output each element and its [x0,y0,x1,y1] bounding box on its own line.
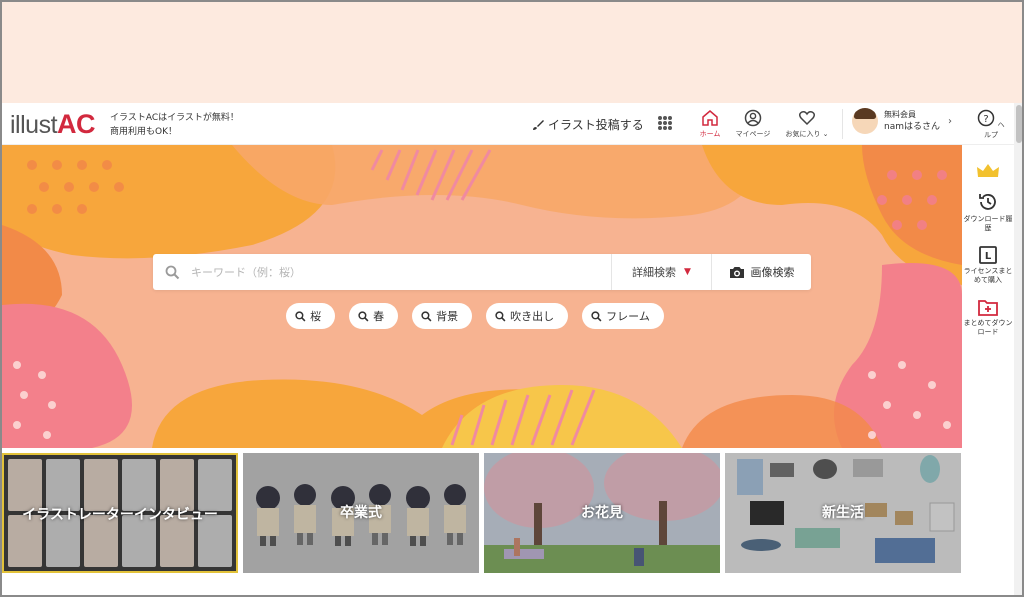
feature-cards: イラストレーターインタビュー 卒業式 お花見 新生活 [2,453,962,573]
detail-search-button[interactable]: 詳細検索 ▼ [611,254,711,290]
user-circle-icon [744,109,762,127]
triangle-down-icon: ▼ [684,267,691,277]
search-icon [165,265,179,279]
svg-text:L: L [985,251,992,262]
apps-grid-icon[interactable] [658,116,672,130]
image-search-button[interactable]: 画像検索 [711,254,811,290]
nav-favorites[interactable]: お気に入り ⌄ [782,109,832,139]
hero-background [2,145,962,448]
logo-suffix: AC [57,109,96,139]
tag-label: フレーム [606,310,650,323]
license-icon: L [979,246,997,264]
tag-chip[interactable]: 背景 [412,303,473,329]
site-header: illustAC イラストACはイラストが無料！ 商用利用もOK！ イラスト投稿… [2,103,1014,145]
search-icon [295,310,306,321]
sidebar-item-license-bulk[interactable]: L ライセンスまとめて購入 [962,245,1014,285]
tagline-line-1: イラストACはイラストが無料！ [110,113,239,123]
help-button[interactable]: ? ヘルプ [976,109,1006,140]
premium-crown[interactable] [962,163,1014,179]
search-icon [591,310,602,321]
user-name: namはるさん [884,122,940,132]
post-illust-label: イラスト投稿する [548,118,644,132]
detail-search-label: 詳細検索 [632,266,677,279]
tag-label: 春 [373,310,385,323]
feature-card-title: 新生活 [822,505,864,521]
sidebar-item-label: ライセンスまとめて購入 [963,267,1013,284]
tag-chip[interactable]: フレーム [582,303,664,329]
top-band [2,2,1022,103]
nav-mypage[interactable]: マイページ [728,109,778,139]
tagline-line-2: 商用利用もOK！ [110,127,177,137]
home-icon [702,110,718,126]
brush-icon [533,119,544,130]
user-status: 無料会員 [884,110,916,119]
user-info: 無料会員 namはるさん [884,109,940,133]
help-icon: ? [978,109,995,127]
nav-divider [842,109,843,139]
tag-label: 背景 [436,310,459,323]
scroll-thumb[interactable] [1016,105,1022,143]
feature-card-title: お花見 [581,505,623,521]
chevron-right-icon: › [948,115,952,127]
nav-home-label: ホーム [699,130,721,138]
site-logo[interactable]: illustAC [10,109,96,140]
search-icon [421,310,432,321]
search-input[interactable]: キーワード（例：桜） [191,264,611,280]
feature-card-title: 卒業式 [340,505,382,521]
right-sidebar: ダウンロード履歴 L ライセンスまとめて購入 まとめてダウンロード [962,145,1014,595]
history-icon [979,194,996,210]
search-bar: キーワード（例：桜） 詳細検索 ▼ 画像検索 [153,254,811,290]
sidebar-item-bulk-download[interactable]: まとめてダウンロード [962,297,1014,337]
feature-card-title: イラストレーターインタビュー [22,507,218,523]
feature-card-graduation[interactable]: 卒業式 [243,453,479,573]
heart-icon [798,111,816,126]
search-icon-wrap [153,265,191,280]
svg-text:?: ? [984,114,989,125]
post-illust-button[interactable]: イラスト投稿する [532,116,644,133]
sidebar-item-download-history[interactable]: ダウンロード履歴 [962,191,1014,233]
folder-plus-icon [978,300,998,316]
hero-banner: キーワード（例：桜） 詳細検索 ▼ 画像検索 桜 春 背景 吹き出し フレーム [2,145,962,448]
search-icon [358,310,369,321]
search-icon [495,310,506,321]
avatar [852,108,878,134]
sidebar-item-label: まとめてダウンロード [963,319,1013,336]
tag-chip[interactable]: 吹き出し [486,303,569,329]
crown-icon [977,164,999,177]
image-search-label: 画像検索 [750,266,795,279]
user-menu[interactable]: 無料会員 namはるさん › [852,108,952,134]
sidebar-item-label: ダウンロード履歴 [963,215,1013,232]
tagline: イラストACはイラストが無料！ 商用利用もOK！ [110,111,239,139]
tag-chip[interactable]: 春 [349,303,399,329]
feature-card-new-life[interactable]: 新生活 [725,453,961,573]
tag-chip[interactable]: 桜 [286,303,336,329]
browser-frame: illustAC イラストACはイラストが無料！ 商用利用もOK！ イラスト投稿… [0,0,1024,597]
page-scrollbar[interactable] [1014,103,1022,595]
feature-card-hanami[interactable]: お花見 [484,453,720,573]
tag-label: 桜 [310,310,322,323]
nav-mypage-label: マイページ [735,130,771,138]
popular-tags: 桜 春 背景 吹き出し フレーム [2,303,962,329]
camera-icon [729,267,744,278]
tag-label: 吹き出し [510,310,555,323]
feature-card-interview[interactable]: イラストレーターインタビュー [2,453,238,573]
nav-favorites-label: お気に入り ⌄ [785,130,829,138]
logo-prefix: illust [10,111,58,139]
